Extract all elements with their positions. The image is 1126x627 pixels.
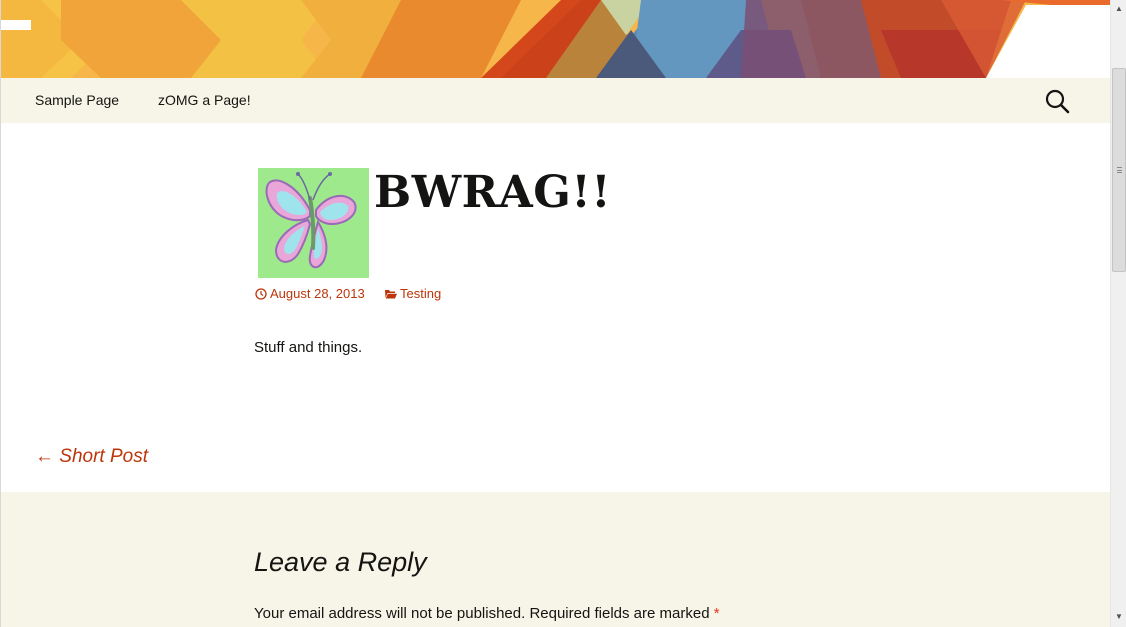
- header-banner[interactable]: [1, 0, 1110, 78]
- nav-bar: Sample Page zOMG a Page!: [1, 78, 1110, 123]
- post-content-area: BWRAG!! August 28, 2013 Testing Stuff an…: [1, 123, 1110, 492]
- scroll-up-arrow-icon[interactable]: ▲: [1111, 0, 1126, 16]
- post-body-text: Stuff and things.: [254, 339, 363, 356]
- clock-icon: [255, 287, 267, 300]
- post-category-link[interactable]: Testing: [385, 286, 441, 301]
- comment-notes: Your email address will not be published…: [254, 605, 720, 622]
- post-category: Testing: [400, 286, 442, 301]
- header-banner-graphic: [1, 0, 1110, 78]
- vertical-scrollbar[interactable]: ▲ ▼: [1110, 0, 1126, 627]
- scrollbar-grip-icon: [1117, 167, 1122, 173]
- post-date: August 28, 2013: [270, 286, 365, 301]
- search-icon: [1045, 89, 1070, 114]
- required-marker: *: [713, 605, 720, 622]
- nav-item-zomg-a-page[interactable]: zOMG a Page!: [158, 92, 251, 108]
- post-date-link[interactable]: August 28, 2013: [255, 286, 365, 301]
- post-title[interactable]: BWRAG!!: [374, 165, 611, 221]
- page-viewport: Sample Page zOMG a Page! BWRAG!! August …: [0, 0, 1110, 627]
- search-button[interactable]: [1043, 87, 1071, 115]
- post-thumbnail[interactable]: [258, 168, 369, 278]
- previous-post-link[interactable]: ← Short Post: [35, 446, 148, 468]
- nav-item-sample-page[interactable]: Sample Page: [35, 92, 119, 108]
- scrollbar-thumb[interactable]: [1112, 68, 1126, 272]
- butterfly-thumbnail-image: [258, 168, 369, 278]
- comments-section: Leave a Reply Your email address will no…: [1, 492, 1110, 627]
- reply-title: Leave a Reply: [254, 547, 427, 577]
- comment-notes-text: Your email address will not be published…: [254, 605, 710, 622]
- folder-icon: [385, 289, 397, 298]
- scroll-down-arrow-icon[interactable]: ▼: [1111, 608, 1126, 624]
